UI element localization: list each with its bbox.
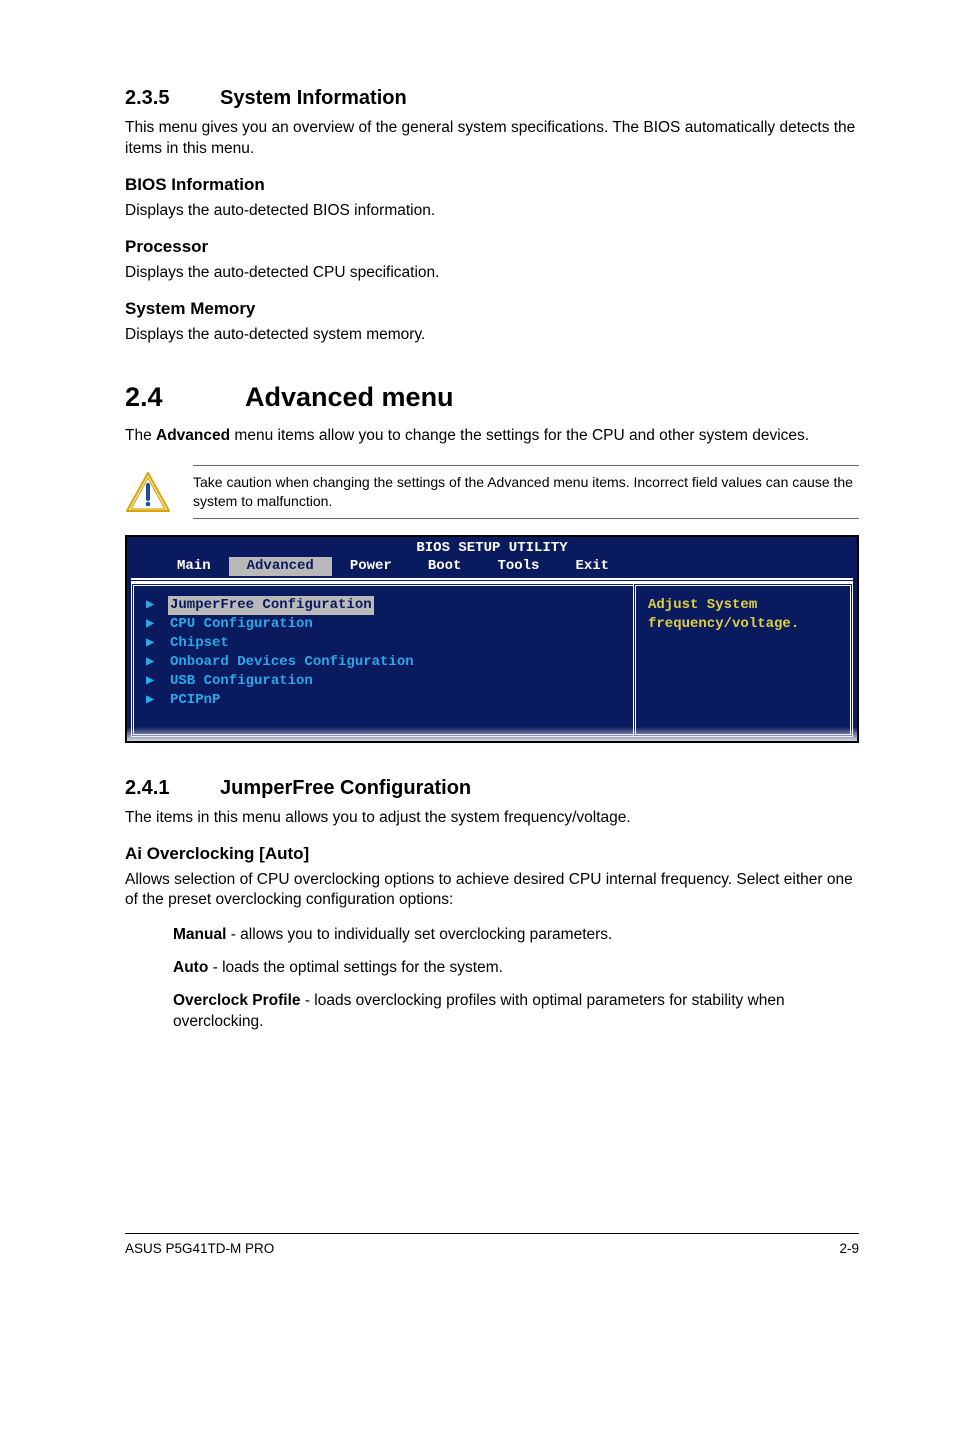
footer-left: ASUS P5G41TD-M PRO (125, 1240, 274, 1258)
bios-item-onboard: ▶ Onboard Devices Configuration (146, 653, 621, 672)
section-number: 2.4 (125, 379, 245, 415)
footer-right: 2-9 (839, 1240, 859, 1258)
section-title: Advanced menu (245, 382, 454, 412)
arrow-icon: ▶ (146, 672, 158, 691)
bios-tab-boot: Boot (410, 557, 480, 576)
section-235-intro: This menu gives you an overview of the g… (125, 118, 859, 160)
option-name: Overclock Profile (173, 992, 301, 1009)
bios-help-panel: Adjust System frequency/voltage. (633, 583, 853, 736)
text: The (125, 427, 156, 444)
caution-text: Take caution when changing the settings … (193, 465, 859, 519)
caution-callout: Take caution when changing the settings … (125, 465, 859, 519)
bios-item-label: JumperFree Configuration (168, 596, 374, 615)
bios-tab-advanced: Advanced (229, 557, 332, 576)
bios-help-line2: frequency/voltage. (648, 615, 838, 634)
bios-info-heading: BIOS Information (125, 174, 859, 197)
option-desc: - allows you to individually set overclo… (226, 926, 612, 943)
bios-title: BIOS SETUP UTILITY (127, 537, 857, 558)
section-24-intro: The Advanced menu items allow you to cha… (125, 426, 859, 447)
arrow-icon: ▶ (146, 653, 158, 672)
ai-overclocking-heading: Ai Overclocking [Auto] (125, 843, 859, 866)
overclocking-options: Manual - allows you to individually set … (125, 925, 859, 1033)
caution-icon (125, 471, 171, 513)
processor-heading: Processor (125, 236, 859, 259)
bios-menu-list: ▶ JumperFree Configuration ▶ CPU Configu… (131, 583, 633, 736)
bios-item-jumperfree: ▶ JumperFree Configuration (146, 596, 621, 615)
section-heading-241: 2.4.1JumperFree Configuration (125, 775, 859, 802)
arrow-icon: ▶ (146, 615, 158, 634)
section-number: 2.3.5 (125, 85, 220, 112)
bios-item-label: USB Configuration (168, 672, 315, 691)
text: menu items allow you to change the setti… (230, 427, 809, 444)
arrow-icon: ▶ (146, 634, 158, 653)
bios-help-line1: Adjust System (648, 596, 838, 615)
bios-tab-main: Main (159, 557, 229, 576)
bios-item-chipset: ▶ Chipset (146, 634, 621, 653)
section-number: 2.4.1 (125, 775, 220, 802)
bios-item-label: Onboard Devices Configuration (168, 653, 416, 672)
bios-setup-screenshot: BIOS SETUP UTILITY Main Advanced Power B… (125, 535, 859, 743)
option-desc: - loads the optimal settings for the sys… (208, 959, 503, 976)
bios-item-usb: ▶ USB Configuration (146, 672, 621, 691)
bios-tab-bar: Main Advanced Power Boot Tools Exit (127, 557, 857, 576)
bios-item-pcipnp: ▶ PCIPnP (146, 691, 621, 710)
arrow-icon: ▶ (146, 596, 158, 615)
bios-tab-exit: Exit (557, 557, 627, 576)
section-title: JumperFree Configuration (220, 777, 471, 799)
arrow-icon: ▶ (146, 691, 158, 710)
option-overclock-profile: Overclock Profile - loads overclocking p… (173, 991, 859, 1033)
bios-info-desc: Displays the auto-detected BIOS informat… (125, 201, 859, 222)
bios-body: ▶ JumperFree Configuration ▶ CPU Configu… (131, 578, 853, 736)
bios-tab-tools: Tools (479, 557, 557, 576)
option-name: Auto (173, 959, 208, 976)
ai-overclocking-desc: Allows selection of CPU overclocking opt… (125, 870, 859, 912)
bios-item-cpu: ▶ CPU Configuration (146, 615, 621, 634)
option-auto: Auto - loads the optimal settings for th… (173, 958, 859, 979)
bios-item-label: Chipset (168, 634, 231, 653)
text-bold: Advanced (156, 427, 230, 444)
option-manual: Manual - allows you to individually set … (173, 925, 859, 946)
bios-item-label: CPU Configuration (168, 615, 315, 634)
page-footer: ASUS P5G41TD-M PRO 2-9 (125, 1233, 859, 1258)
section-title: System Information (220, 87, 407, 109)
bios-tab-power: Power (332, 557, 410, 576)
option-name: Manual (173, 926, 226, 943)
processor-desc: Displays the auto-detected CPU specifica… (125, 263, 859, 284)
system-memory-heading: System Memory (125, 298, 859, 321)
bios-item-label: PCIPnP (168, 691, 222, 710)
section-heading-24: 2.4Advanced menu (125, 379, 859, 415)
section-241-intro: The items in this menu allows you to adj… (125, 808, 859, 829)
system-memory-desc: Displays the auto-detected system memory… (125, 325, 859, 346)
section-heading-235: 2.3.5System Information (125, 85, 859, 112)
